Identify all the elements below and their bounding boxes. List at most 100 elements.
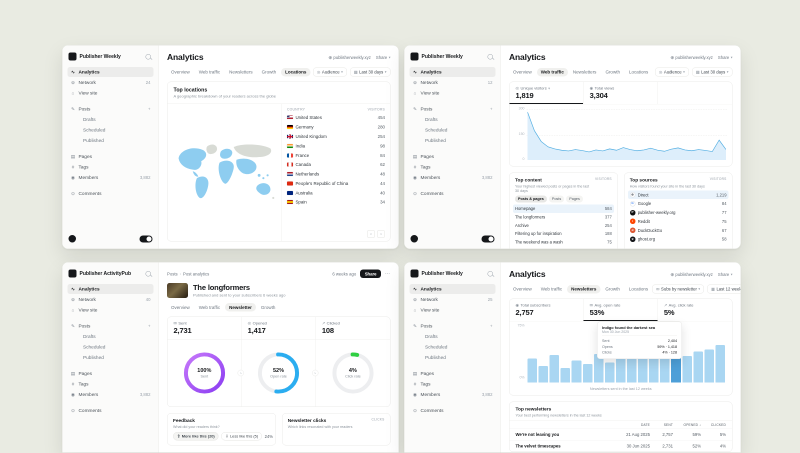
country-row[interactable]: Netherlands 48	[287, 169, 385, 178]
tab[interactable]: Web traffic	[537, 285, 566, 294]
sidebar-item[interactable]: ▤ Pages	[68, 152, 154, 162]
tab[interactable]: Overview	[509, 285, 536, 294]
country-row[interactable]: Spain 34	[287, 198, 385, 207]
sidebar-item[interactable]: ✎ Posts +	[410, 321, 496, 331]
sidebar-item[interactable]: ⊙ Comments	[68, 189, 154, 199]
sidebar-item[interactable]: ⌂ View site	[410, 305, 496, 315]
country-row[interactable]: Canada 62	[287, 160, 385, 169]
tab[interactable]: Newsletters	[569, 68, 601, 77]
country-row[interactable]: Germany 280	[287, 122, 385, 131]
filter-dropdown[interactable]: ▦Last 12 weeks▾	[707, 285, 741, 294]
tab[interactable]: Newsletters	[567, 285, 600, 294]
search-icon[interactable]	[146, 271, 152, 277]
filter-dropdown[interactable]: ▦Last 30 days▾	[692, 68, 733, 77]
sidebar-item[interactable]: ⊙ Comments	[68, 406, 154, 416]
dark-mode-toggle[interactable]	[140, 235, 153, 242]
filter-dropdown[interactable]: ▦Last 30 days▾	[350, 68, 391, 77]
feedback-pill[interactable]: ⇩Less like this (5)	[221, 432, 262, 441]
visitors-area-chart[interactable]: 3001500	[510, 104, 733, 166]
sidebar-item[interactable]: Drafts	[410, 332, 496, 342]
bar[interactable]	[627, 358, 637, 382]
kpi-cell[interactable]: ✉Avg. open rate 53%	[584, 299, 658, 321]
tab[interactable]: Newsletters	[225, 68, 257, 77]
sidebar-item[interactable]: Drafts	[68, 115, 154, 125]
sidebar-item[interactable]: ⌂ View site	[410, 88, 496, 98]
country-row[interactable]: India 98	[287, 141, 385, 150]
world-map[interactable]	[172, 108, 278, 237]
sidebar-item[interactable]: # Tags	[410, 162, 496, 172]
sidebar-item[interactable]: Scheduled	[68, 342, 154, 352]
sidebar-item[interactable]: ▤ Pages	[68, 369, 154, 379]
sidebar-item[interactable]: ✎ Posts +	[68, 104, 154, 114]
source-row[interactable]: d DuckDuckGo 67	[628, 226, 729, 235]
content-row[interactable]: Margins 72	[513, 246, 614, 249]
newsletter-row[interactable]: We're not leaving you 21 Aug 2025 2,757 …	[510, 428, 733, 440]
search-icon[interactable]	[488, 54, 494, 60]
sidebar-item[interactable]: Scheduled	[410, 342, 496, 352]
prev-page-button[interactable]: ‹	[367, 230, 375, 238]
country-row[interactable]: United States 454	[287, 113, 385, 122]
more-options-icon[interactable]: ⋯	[385, 271, 391, 277]
source-row[interactable]: P publisher-weekly.org 77	[628, 208, 729, 217]
country-row[interactable]: Australia 40	[287, 188, 385, 197]
sidebar-item[interactable]: ∿ Analytics	[410, 67, 496, 77]
avatar[interactable]	[411, 235, 419, 243]
sidebar-item[interactable]: ⌂ View site	[68, 88, 154, 98]
content-row[interactable]: Archive 254	[513, 221, 614, 229]
publication-switcher[interactable]: Publisher Weekly	[411, 270, 495, 278]
breadcrumb-posts[interactable]: Posts	[167, 271, 178, 276]
tab[interactable]: Overview	[509, 68, 536, 77]
search-icon[interactable]	[146, 54, 152, 60]
tab[interactable]: Growth	[601, 285, 624, 294]
kpi-cell[interactable]: ✉Sent 2,731	[168, 317, 242, 339]
share-button[interactable]: Share▾	[718, 55, 733, 60]
sidebar-item[interactable]: # Tags	[68, 379, 154, 389]
bar[interactable]	[550, 355, 560, 383]
sidebar-item[interactable]: Published	[68, 353, 154, 363]
next-page-button[interactable]: ›	[377, 230, 385, 238]
sidebar-item[interactable]: ⊚ Network 40	[68, 295, 154, 305]
sidebar-item[interactable]: Drafts	[410, 115, 496, 125]
content-row[interactable]: The weekend was a wash 75	[513, 238, 614, 246]
bar[interactable]	[682, 356, 692, 382]
bar[interactable]	[715, 345, 725, 382]
content-row[interactable]: Filtering up for inspiration 188	[513, 230, 614, 238]
tab[interactable]: Web traffic	[195, 68, 224, 77]
kpi-cell[interactable]: ◎Unique visitors▾ 1,819	[510, 82, 584, 104]
bar[interactable]	[572, 361, 582, 383]
share-button[interactable]: Share▾	[718, 272, 733, 277]
sidebar-item[interactable]: ✎ Posts +	[410, 104, 496, 114]
feedback-pill[interactable]: ⇧More like this (20)	[173, 432, 219, 441]
source-row[interactable]: ⊕ Direct 1,219	[628, 190, 729, 199]
share-button[interactable]: Share	[360, 270, 381, 279]
site-domain-link[interactable]: ⊕publisherweekly.xyz	[328, 55, 371, 61]
filter-pill[interactable]: Posts & pages	[515, 195, 547, 202]
open-rate-bar-chart[interactable]: 75%0% Indigo found the darkest sea Mon 3…	[510, 321, 733, 385]
content-row[interactable]: The longformers 377	[513, 213, 614, 221]
kpi-cell[interactable]: ↗Clicked 108	[316, 317, 390, 339]
site-domain-link[interactable]: ⊕publisherweekly.xyz	[670, 272, 713, 278]
sidebar-item[interactable]: ▤ Pages	[410, 152, 496, 162]
sidebar-item[interactable]: # Tags	[410, 379, 496, 389]
sidebar-item[interactable]: Published	[410, 353, 496, 363]
sidebar-item[interactable]: ◉ Members 3,882	[68, 173, 154, 183]
avatar[interactable]	[69, 235, 77, 243]
publication-switcher[interactable]: Publisher Weekly	[69, 53, 153, 61]
content-row[interactable]: Homepage 584	[513, 204, 614, 212]
filter-dropdown[interactable]: ◎Audience▾	[313, 68, 347, 77]
sidebar-item[interactable]: ⊚ Network 25	[410, 295, 496, 305]
sidebar-item[interactable]: ▤ Pages	[410, 369, 496, 379]
kpi-cell[interactable]: ◉Total subscribers 2,757	[510, 299, 584, 321]
tab[interactable]: Locations	[625, 68, 652, 77]
tab[interactable]: Overview	[167, 68, 194, 77]
share-button[interactable]: Share▾	[376, 55, 391, 60]
tab[interactable]: Locations	[625, 285, 652, 294]
bar[interactable]	[704, 350, 714, 383]
bar[interactable]	[583, 364, 593, 383]
source-row[interactable]: r Reddit 75	[628, 217, 729, 226]
sidebar-item[interactable]: ◉ Members 3,882	[410, 390, 496, 400]
sidebar-item[interactable]: # Tags	[68, 162, 154, 172]
filter-dropdown[interactable]: ✉Subs by newsletter▾	[652, 285, 704, 294]
sidebar-item[interactable]: ⌂ View site	[68, 305, 154, 315]
tab[interactable]: Locations	[281, 68, 310, 77]
